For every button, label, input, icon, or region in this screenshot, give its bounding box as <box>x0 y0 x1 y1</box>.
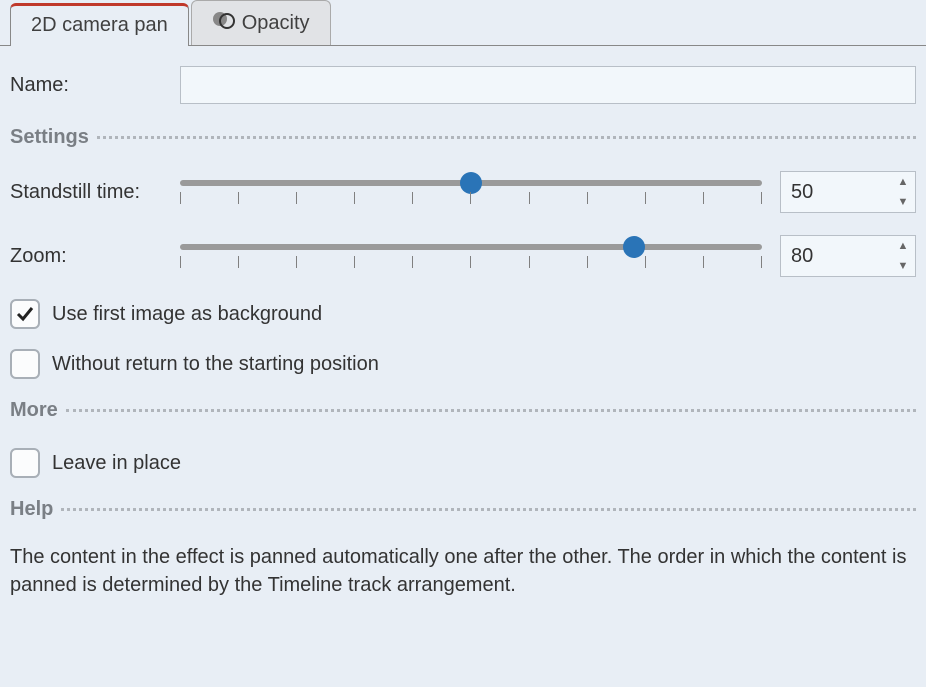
without-return-checkbox[interactable] <box>10 349 40 379</box>
spin-up-icon[interactable]: ▲ <box>891 236 915 256</box>
section-title: More <box>10 399 58 422</box>
section-settings: Settings <box>10 126 916 149</box>
opacity-icon <box>212 9 236 37</box>
leave-in-place-label: Leave in place <box>52 452 181 475</box>
spin-up-icon[interactable]: ▲ <box>891 172 915 192</box>
standstill-slider[interactable] <box>180 174 762 210</box>
tab-opacity[interactable]: Opacity <box>191 0 331 45</box>
name-label: Name: <box>10 74 180 97</box>
use-first-bg-label: Use first image as background <box>52 303 322 326</box>
zoom-spinbox[interactable]: ▲ ▼ <box>780 235 916 277</box>
tab-label: 2D camera pan <box>31 14 168 37</box>
section-title: Settings <box>10 126 89 149</box>
use-first-bg-checkbox[interactable] <box>10 299 40 329</box>
tab-label: Opacity <box>242 12 310 35</box>
slider-ticks <box>180 192 762 206</box>
section-help: Help <box>10 498 916 521</box>
standstill-spinbox[interactable]: ▲ ▼ <box>780 171 916 213</box>
divider-dots <box>66 409 916 412</box>
standstill-label: Standstill time: <box>10 181 180 204</box>
divider-dots <box>97 136 916 139</box>
help-text: The content in the effect is panned auto… <box>10 543 916 599</box>
section-more: More <box>10 399 916 422</box>
slider-ticks <box>180 256 762 270</box>
zoom-slider[interactable] <box>180 238 762 274</box>
leave-in-place-checkbox[interactable] <box>10 448 40 478</box>
zoom-value-input[interactable] <box>781 241 891 272</box>
tab-bar: 2D camera pan Opacity <box>0 0 926 46</box>
divider-dots <box>61 508 916 511</box>
tab-2d-camera-pan[interactable]: 2D camera pan <box>10 3 189 46</box>
checkmark-icon <box>15 304 35 324</box>
without-return-label: Without return to the starting position <box>52 353 379 376</box>
spin-down-icon[interactable]: ▼ <box>891 192 915 212</box>
slider-thumb[interactable] <box>460 172 482 194</box>
standstill-value-input[interactable] <box>781 177 891 208</box>
zoom-label: Zoom: <box>10 245 180 268</box>
section-title: Help <box>10 498 53 521</box>
panel-body: Name: Settings Standstill time: ▲ ▼ Zoom… <box>0 46 926 609</box>
slider-track <box>180 244 762 250</box>
name-input[interactable] <box>180 66 916 104</box>
spin-down-icon[interactable]: ▼ <box>891 256 915 276</box>
slider-thumb[interactable] <box>623 236 645 258</box>
